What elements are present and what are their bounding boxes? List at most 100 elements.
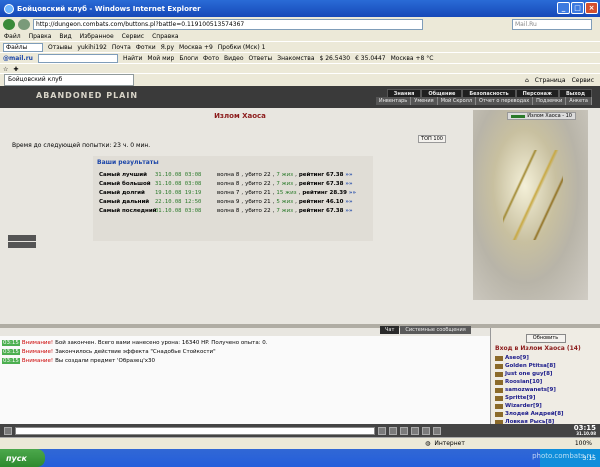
page-menu[interactable]: Страница bbox=[535, 77, 566, 84]
user-row[interactable]: Just one guy[8] bbox=[493, 370, 598, 378]
menu-tools[interactable]: Сервис bbox=[122, 33, 144, 40]
nav-profile[interactable]: Анкета bbox=[566, 97, 592, 105]
search-field[interactable]: Mail.Ru bbox=[512, 18, 592, 30]
details-link[interactable]: »» bbox=[345, 172, 352, 178]
globe-icon: ◍ bbox=[425, 440, 431, 447]
result-row: Самый долгий 19.10.08 19:19 волна 7, уби… bbox=[99, 189, 357, 196]
chat-input[interactable] bbox=[15, 426, 375, 435]
nav-skills[interactable]: Умения bbox=[411, 97, 438, 105]
tab-active[interactable]: Бойцовский клуб bbox=[4, 74, 134, 86]
close-button[interactable]: × bbox=[585, 2, 598, 14]
nav-transfers[interactable]: Отчет о переводах bbox=[476, 97, 534, 105]
details-link[interactable]: »» bbox=[345, 199, 352, 205]
zone-label: Интернет bbox=[434, 440, 465, 447]
menu-help[interactable]: Справка bbox=[152, 33, 178, 40]
clan-icon bbox=[495, 387, 503, 393]
tb-item[interactable]: Ответы bbox=[249, 55, 273, 62]
minimize-button[interactable]: _ bbox=[557, 2, 570, 14]
user-row[interactable]: Spritte[9] bbox=[493, 394, 598, 402]
result-row: Самый большой 31.10.08 03:08 волна 8, уб… bbox=[99, 180, 353, 187]
tb-item[interactable]: yukihi192 bbox=[77, 44, 106, 51]
clan-icon bbox=[495, 395, 503, 401]
tb-item[interactable]: Блоги bbox=[179, 55, 198, 62]
rate-eur: € 35.0447 bbox=[355, 54, 386, 62]
details-link[interactable]: »» bbox=[349, 190, 356, 196]
clan-icon bbox=[495, 379, 503, 385]
find-button[interactable]: Найти bbox=[123, 55, 142, 62]
back-button[interactable] bbox=[3, 18, 15, 30]
add-favorite-icon[interactable]: ✚ bbox=[13, 66, 18, 73]
window-titlebar: Бойцовский клуб - Windows Internet Explo… bbox=[0, 0, 600, 17]
user-row[interactable]: Golden Ptitsa[8] bbox=[493, 362, 598, 370]
tab-system[interactable]: Системные сообщения bbox=[400, 326, 471, 334]
window-title: Бойцовский клуб - Windows Internet Explo… bbox=[17, 4, 201, 13]
tb-item[interactable]: Москва +9 bbox=[179, 44, 213, 51]
user-row[interactable]: samozwanets[9] bbox=[493, 386, 598, 394]
result-row: Самый дальний 22.10.08 12:50 волна 9, уб… bbox=[99, 198, 353, 205]
game-logo: ABANDONED PLAIN bbox=[36, 91, 139, 100]
user-list-title: Вход в Излом Хаоса (14) bbox=[495, 345, 581, 352]
user-row[interactable]: Злодей Андрей[8] bbox=[493, 410, 598, 418]
tb-item[interactable]: Пробки (Мск) 1 bbox=[218, 44, 266, 51]
details-link[interactable]: »» bbox=[345, 181, 352, 187]
counter-badge[interactable] bbox=[8, 235, 36, 241]
menu-edit[interactable]: Правка bbox=[29, 33, 52, 40]
tb-item[interactable]: Видео bbox=[224, 55, 244, 62]
user-row[interactable]: Wizarder[9] bbox=[493, 402, 598, 410]
tab-chat[interactable]: Чат bbox=[380, 326, 400, 334]
tb-item[interactable]: Я.ру bbox=[161, 44, 174, 51]
chat-mode-icon[interactable] bbox=[4, 426, 12, 435]
chat-line: 03:15 Внимание! Бой закончен. Всего вами… bbox=[2, 339, 268, 346]
refresh-button[interactable]: Обновить bbox=[525, 334, 566, 343]
nav-dungeons[interactable]: Подземки bbox=[533, 97, 567, 105]
tb-item[interactable]: Знакомства bbox=[277, 55, 314, 62]
toolbar-dropdown[interactable]: Файлы bbox=[3, 42, 43, 52]
start-button[interactable]: пуск bbox=[0, 449, 45, 467]
filter-icon[interactable] bbox=[411, 426, 419, 435]
smiles-icon[interactable] bbox=[400, 426, 408, 435]
top100-button[interactable]: ТОП 100 bbox=[418, 135, 446, 143]
chat-line: 03:15 Внимание! Закончилось действие эфф… bbox=[2, 348, 216, 355]
menu-favorites[interactable]: Избранное bbox=[80, 33, 114, 40]
tools-menu[interactable]: Сервис bbox=[572, 77, 594, 84]
user-list-panel: Обновить Вход в Излом Хаоса (14) Aseo[9]… bbox=[490, 328, 600, 426]
zoom-level[interactable]: 100% bbox=[575, 440, 592, 447]
url-field[interactable]: http://dungeon.combats.com/buttons.pl?ba… bbox=[33, 18, 423, 30]
nav-scroll[interactable]: Мой Скролл bbox=[437, 97, 477, 105]
tb-item[interactable]: Почта bbox=[112, 44, 131, 51]
translit-icon[interactable] bbox=[422, 426, 430, 435]
menu-view[interactable]: Вид bbox=[59, 33, 71, 40]
user-row[interactable]: Aseo[9] bbox=[493, 354, 598, 362]
page-title: Излом Хаоса bbox=[214, 112, 266, 120]
chat-log: 03:15 Внимание! Бой закончен. Всего вами… bbox=[0, 336, 490, 424]
counter-badge[interactable] bbox=[8, 242, 36, 248]
forward-button[interactable] bbox=[18, 18, 30, 30]
chat-input-bar: 03:15 31.10.08 bbox=[0, 424, 600, 437]
mailru-search[interactable] bbox=[37, 53, 118, 63]
clear-icon[interactable] bbox=[389, 426, 397, 435]
ie-icon bbox=[4, 3, 14, 14]
menu-file[interactable]: Файл bbox=[4, 33, 21, 40]
tb-item[interactable]: Отзывы bbox=[48, 44, 72, 51]
nav-inventory[interactable]: Инвентарь bbox=[375, 97, 412, 105]
details-link[interactable]: »» bbox=[345, 208, 352, 214]
chat-line: 03:15 Внимание! Вы создали предмет 'Обра… bbox=[2, 357, 155, 364]
tb-item[interactable]: Мой мир bbox=[147, 55, 174, 62]
tb-item[interactable]: Фотки bbox=[136, 44, 156, 51]
send-icon[interactable] bbox=[378, 426, 386, 435]
maximize-button[interactable]: □ bbox=[571, 2, 584, 14]
results-title: Ваши результаты bbox=[97, 159, 159, 166]
address-bar: http://dungeon.combats.com/buttons.pl?ba… bbox=[0, 17, 600, 31]
home-icon[interactable]: ⌂ bbox=[525, 77, 529, 84]
clan-icon bbox=[495, 371, 503, 377]
game-clock: 03:15 31.10.08 bbox=[573, 424, 596, 437]
result-row: Самый последний 31.10.08 03:08 волна 8, … bbox=[99, 207, 353, 214]
game-header: ABANDONED PLAIN Знания Общение Безопасно… bbox=[0, 86, 600, 108]
star-icon[interactable]: ☆ bbox=[3, 66, 8, 73]
watermark: photo.combats.ru bbox=[532, 452, 594, 460]
scroll-icon[interactable] bbox=[433, 426, 441, 435]
location-badge: Излом Хаоса - 10 bbox=[507, 112, 576, 120]
user-row[interactable]: Roosian[10] bbox=[493, 378, 598, 386]
toolbar-2: @mail.ru Найти Мой мир Блоги Фото Видео … bbox=[0, 52, 600, 63]
tb-item[interactable]: Фото bbox=[203, 55, 219, 62]
